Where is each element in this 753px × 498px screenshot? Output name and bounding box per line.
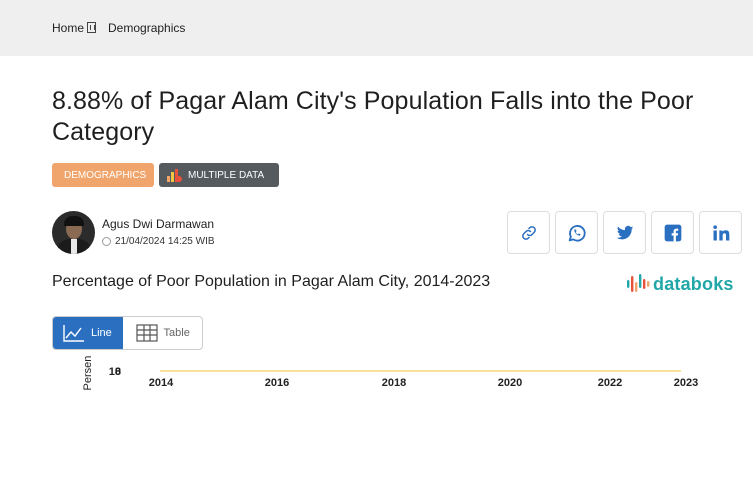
databoks-logo-icon (627, 274, 650, 292)
x-tick-label: 2022 (598, 377, 622, 389)
y-tick-label: 8 (115, 366, 121, 378)
breadcrumb: Home Demographics (52, 21, 185, 35)
x-tick-label: 2020 (498, 377, 522, 389)
publish-date: 21/04/2024 14:25 WIB (102, 236, 215, 247)
breadcrumb-current-link[interactable]: Demographics (108, 21, 185, 35)
databoks-logo-text: databoks (653, 273, 734, 294)
article-tags: DEMOGRAPHICS MULTIPLE DATA (52, 163, 279, 187)
x-tick-label: 2016 (265, 377, 289, 389)
facebook-icon (664, 224, 681, 241)
x-tick-label: 2014 (149, 377, 174, 389)
multiple-data-label: MULTIPLE DATA (188, 169, 265, 181)
chart-title: Percentage of Poor Population in Pagar A… (52, 273, 491, 290)
table-icon (135, 324, 158, 342)
multiple-data-tag[interactable]: MULTIPLE DATA (159, 163, 279, 187)
linkedin-icon (712, 224, 729, 240)
publish-date-text: 21/04/2024 14:25 WIB (115, 236, 215, 247)
x-tick-label: 2023 (674, 377, 698, 389)
view-toggle: Line Table (52, 316, 203, 350)
databoks-logo[interactable]: databoks (626, 272, 734, 296)
copy-link-button[interactable] (507, 211, 550, 254)
article-title: 8.88% of Pagar Alam City's Population Fa… (52, 87, 694, 146)
breadcrumb-home-link[interactable]: Home (52, 21, 84, 35)
table-view-button[interactable]: Table (123, 317, 202, 349)
facebook-share-button[interactable] (651, 211, 694, 254)
avatar[interactable] (52, 211, 95, 254)
line-view-label: Line (91, 327, 112, 339)
author-name[interactable]: Agus Dwi Darmawan (102, 217, 215, 231)
link-icon (521, 225, 536, 240)
twitter-share-button[interactable] (603, 211, 646, 254)
multiple-data-icon (167, 169, 182, 182)
breadcrumb-separator-icon (87, 21, 97, 33)
top-bar: Home Demographics (0, 0, 753, 56)
table-view-label: Table (163, 327, 190, 339)
x-tick-label: 2018 (382, 377, 406, 389)
whatsapp-share-button[interactable] (555, 211, 598, 254)
twitter-icon (616, 225, 633, 239)
clock-icon (102, 237, 111, 246)
author-block: Agus Dwi Darmawan 21/04/2024 14:25 WIB (52, 211, 215, 254)
linkedin-share-button[interactable] (699, 211, 742, 254)
y-axis-label: Persen (82, 356, 94, 391)
category-tag[interactable]: DEMOGRAPHICS (52, 163, 154, 187)
line-chart: Persen 1082014 2016 2018 2020 2022 2023 (82, 356, 698, 391)
line-view-button[interactable]: Line (53, 317, 123, 349)
line-chart-icon (63, 325, 84, 342)
whatsapp-icon (568, 224, 586, 242)
